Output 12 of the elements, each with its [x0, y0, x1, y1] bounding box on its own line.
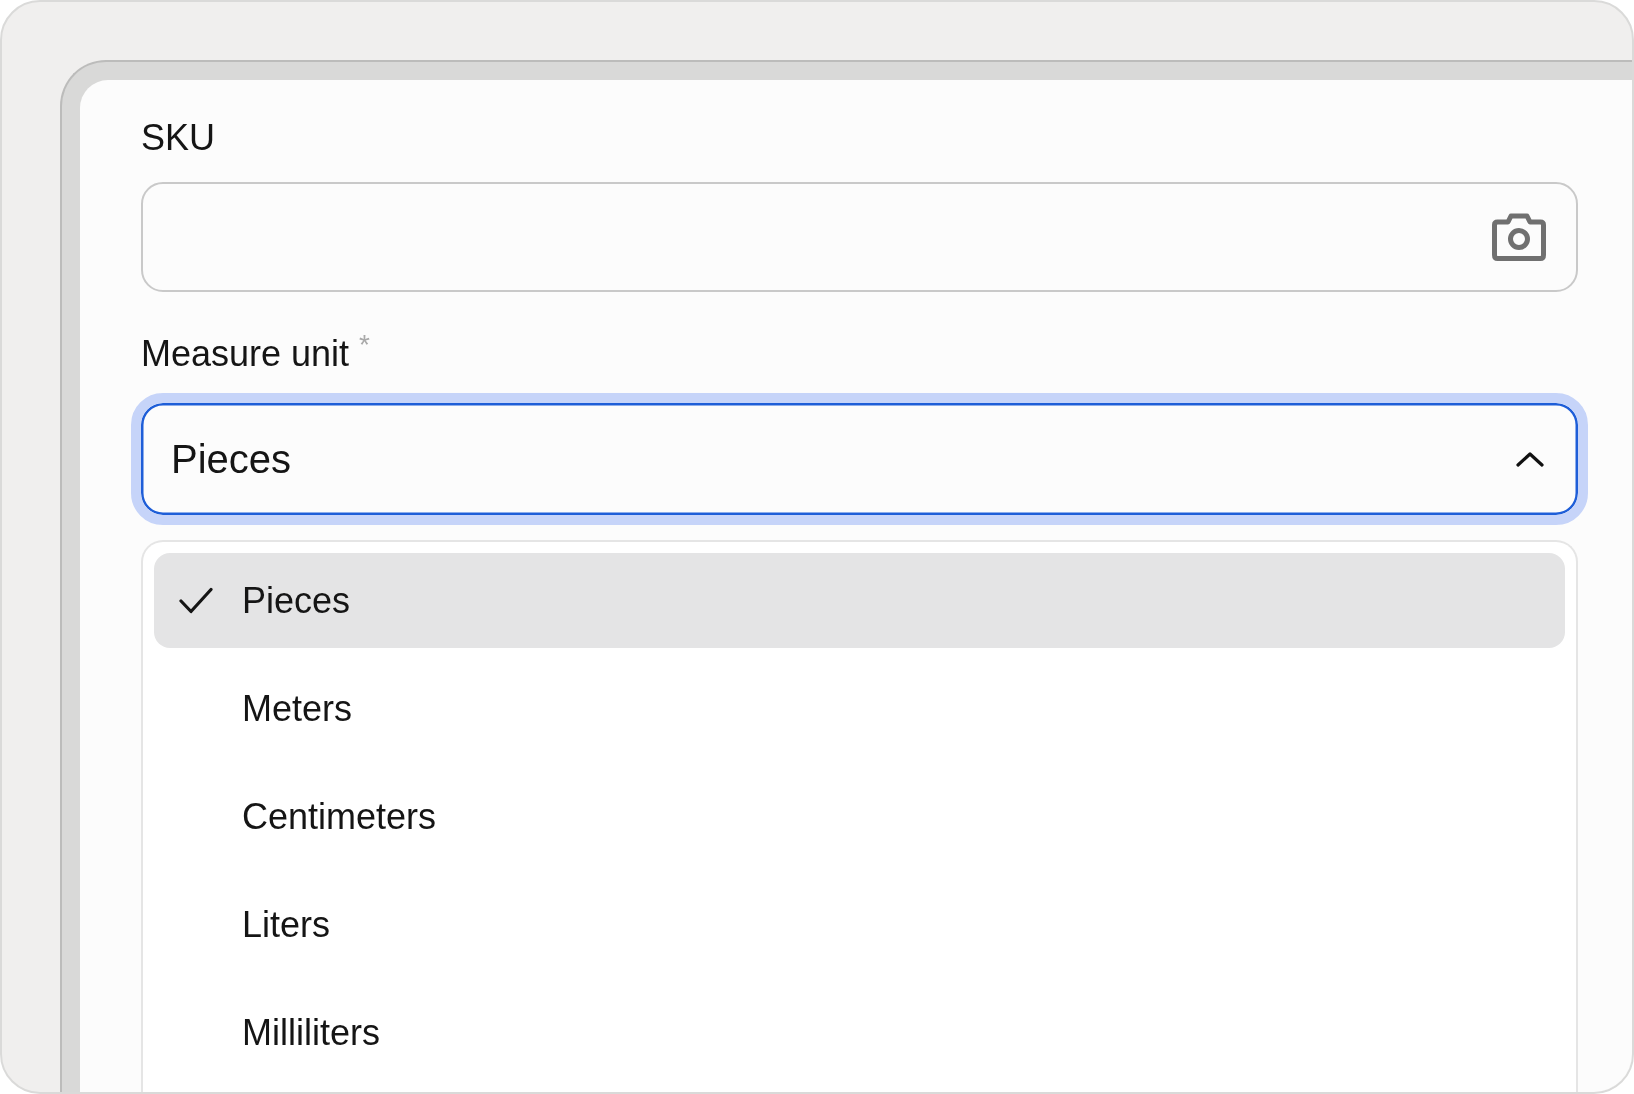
dropdown-option[interactable]: Liters	[154, 877, 1565, 972]
unit-select[interactable]: Pieces	[131, 393, 1588, 525]
dropdown-option[interactable]: Pieces	[154, 553, 1565, 648]
field-label: SKU	[141, 116, 216, 159]
dropdown-option[interactable]: Centimeters	[154, 769, 1565, 864]
field-label: Measure unit	[141, 332, 350, 375]
required-asterisk: *	[359, 332, 370, 358]
sku-input-field[interactable]	[141, 182, 1578, 292]
dropdown-option[interactable]: Milliliters	[154, 985, 1565, 1080]
camera-icon[interactable]	[1491, 212, 1547, 262]
check-icon	[179, 587, 213, 614]
dropdown-option[interactable]: Meters	[154, 661, 1565, 756]
